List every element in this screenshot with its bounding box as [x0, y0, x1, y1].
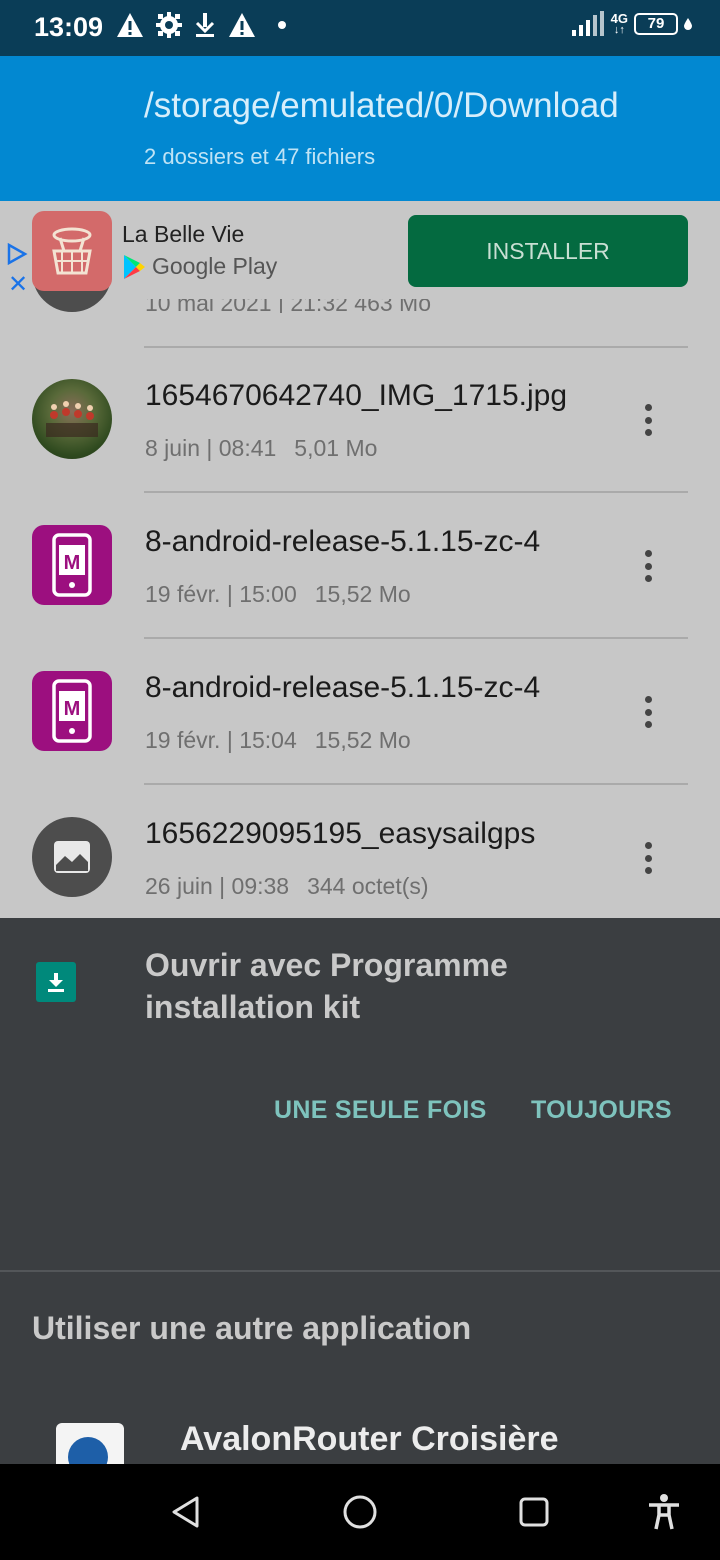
data-arrows-icon: ↓↑ [613, 24, 625, 36]
file-meta: 8 juin | 08:41 5,01 Mo [145, 435, 377, 462]
close-icon[interactable]: ✕ [8, 273, 28, 297]
apk-icon: M [32, 525, 112, 605]
ad-app-name: La Belle Vie [122, 221, 245, 247]
dot-icon [278, 21, 286, 29]
apk-icon: M [32, 671, 112, 751]
more-options-icon[interactable] [636, 400, 660, 440]
ad-banner[interactable]: ✕ La Belle Vie Google Play INSTALLER [0, 201, 720, 297]
file-meta: 10 mai 2021 | 21:32 463 Mo [145, 299, 432, 313]
once-button[interactable]: UNE SEULE FOIS [274, 1096, 487, 1125]
file-meta: 26 juin | 09:38 344 octet(s) [145, 873, 429, 900]
ad-app-icon[interactable] [32, 211, 112, 291]
notification-icons [116, 12, 288, 38]
image-placeholder-icon [32, 817, 112, 897]
other-app-label[interactable]: AvalonRouter Croisière [180, 1420, 559, 1459]
status-bar: 13:09 4G ↓↑ 79 [0, 0, 720, 56]
svg-text:M: M [64, 552, 81, 574]
file-meta: 19 févr. | 15:04 15,52 Mo [145, 727, 411, 754]
ad-store-label: Google Play [152, 253, 278, 279]
install-button[interactable]: INSTALLER [408, 215, 688, 287]
file-name: 8-android-release-5.1.15-zc-4 [145, 671, 541, 704]
file-name: 1654670642740_IMG_1715.jpg [145, 379, 568, 412]
installer-icon [36, 962, 76, 1002]
open-with-sheet: Ouvrir avec Programme installation kit U… [0, 918, 720, 1464]
download-icon [195, 13, 215, 37]
home-icon[interactable] [340, 1492, 380, 1532]
ad-store: Google Play [122, 253, 277, 280]
system-status: 4G ↓↑ 79 [571, 10, 692, 38]
file-name: 8-android-release-5.1.15-zc-4 [145, 525, 541, 558]
back-icon[interactable] [166, 1492, 206, 1532]
sheet-title: Ouvrir avec Programme installation kit [145, 947, 508, 1025]
list-item[interactable]: M 8-android-release-5.1.15-zc-4 19 févr.… [0, 639, 720, 785]
gear-icon [156, 12, 182, 38]
file-size: 15,52 Mo [314, 581, 411, 607]
adchoices-icon[interactable] [6, 243, 28, 265]
list-item[interactable]: 1656229095195_easysailgps 26 juin | 09:3… [0, 785, 720, 918]
recents-icon[interactable] [514, 1492, 554, 1532]
folder-summary: 2 dossiers et 47 fichiers [144, 144, 376, 169]
file-date: 19 févr. | 15:04 [145, 727, 297, 753]
warning-icon [229, 13, 255, 37]
drop-icon [684, 18, 692, 30]
navigation-bar [0, 1464, 720, 1560]
file-date: 19 févr. | 15:00 [145, 581, 297, 607]
always-button[interactable]: TOUJOURS [531, 1096, 672, 1125]
avalonrouter-icon[interactable] [56, 1423, 124, 1464]
svg-text:M: M [64, 698, 81, 720]
file-date: 8 juin | 08:41 [145, 435, 277, 461]
more-options-icon[interactable] [636, 838, 660, 878]
file-name: 1656229095195_easysailgps [145, 817, 536, 850]
file-size: 15,52 Mo [314, 727, 411, 753]
file-size: 5,01 Mo [294, 435, 378, 461]
page-title: /storage/emulated/0/Download [144, 86, 619, 125]
battery-icon: 79 [634, 13, 678, 35]
more-options-icon[interactable] [636, 692, 660, 732]
photo-thumbnail [32, 379, 112, 459]
signal-icon [571, 11, 604, 36]
file-date: 26 juin | 09:38 [145, 873, 290, 899]
more-options-icon[interactable] [636, 546, 660, 586]
divider [0, 1270, 720, 1272]
status-time: 13:09 [34, 12, 104, 42]
google-play-icon [124, 254, 145, 279]
file-list: 10 mai 2021 | 21:32 463 Mo 1654670642740… [0, 201, 720, 918]
list-item[interactable]: 1654670642740_IMG_1715.jpg 8 juin | 08:4… [0, 347, 720, 493]
warning-icon [117, 13, 143, 37]
file-size: 344 octet(s) [307, 873, 429, 899]
list-item[interactable]: M 8-android-release-5.1.15-zc-4 19 févr.… [0, 493, 720, 639]
app-header: /storage/emulated/0/Download 2 dossiers … [0, 56, 720, 201]
accessibility-icon[interactable] [644, 1492, 684, 1532]
file-meta: 19 févr. | 15:00 15,52 Mo [145, 581, 411, 608]
other-app-heading: Utiliser une autre application [32, 1310, 472, 1346]
